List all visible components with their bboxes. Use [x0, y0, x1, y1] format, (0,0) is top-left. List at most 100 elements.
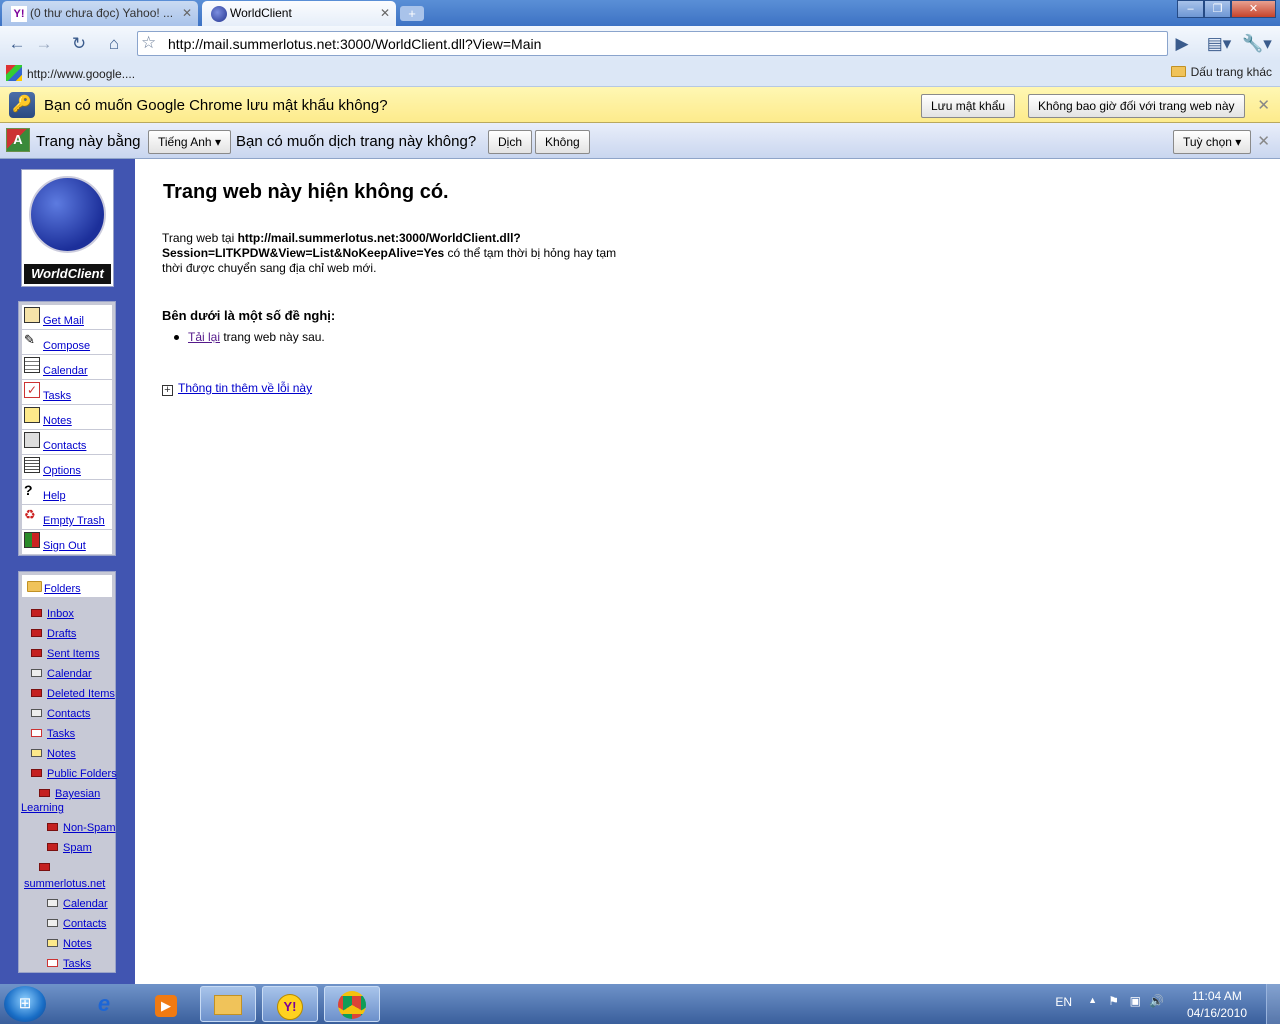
more-info[interactable]: + Thông tin thêm về lỗi này — [162, 381, 312, 396]
folder-item[interactable]: Tasks — [47, 958, 91, 970]
more-info-link[interactable]: Thông tin thêm về lỗi này — [178, 381, 312, 395]
folder-link[interactable]: Sent Items — [47, 648, 100, 660]
folder-item[interactable]: Deleted Items — [31, 688, 115, 700]
translate-options-button[interactable]: Tuỳ chọn ▾ — [1173, 130, 1252, 154]
folder-link[interactable]: Deleted Items — [47, 688, 115, 700]
bookmark-google[interactable]: http://www.google.... — [6, 65, 135, 81]
home-icon[interactable]: ⌂ — [101, 32, 127, 56]
menu-empty-trash[interactable]: ♻ Empty Trash — [22, 505, 112, 530]
wrench-menu-icon[interactable]: 🔧▾ — [1241, 32, 1273, 56]
clock-date[interactable]: 04/16/2010 — [1182, 1006, 1252, 1020]
folder-link[interactable]: Tasks — [47, 728, 75, 740]
folder-item[interactable]: Drafts — [31, 628, 76, 640]
folders-header[interactable]: Folders — [22, 575, 112, 597]
folder-link[interactable]: Calendar — [63, 898, 108, 910]
menu-help[interactable]: ? Help — [22, 480, 112, 505]
folder-item[interactable]: Calendar — [47, 898, 108, 910]
no-translate-button[interactable]: Không — [535, 130, 590, 154]
menu-link[interactable]: Sign Out — [43, 540, 86, 552]
start-button[interactable]: ⊞ — [4, 986, 46, 1022]
folder-item[interactable]: Notes — [47, 938, 92, 950]
menu-link[interactable]: Calendar — [43, 365, 88, 377]
folder-link[interactable]: Public Folders — [47, 768, 117, 780]
tab-worldclient[interactable]: WorldClient ✕ — [202, 1, 396, 26]
explorer-icon[interactable] — [200, 986, 256, 1022]
chrome-icon[interactable] — [324, 986, 380, 1022]
menu-sign-out[interactable]: Sign Out — [22, 530, 112, 555]
folder-item[interactable] — [39, 862, 55, 874]
folder-link[interactable]: Contacts — [47, 708, 90, 720]
tab-yahoo[interactable]: Y! (0 thư chưa đọc) Yahoo! ... ✕ — [2, 1, 198, 26]
show-desktop-button[interactable] — [1266, 984, 1280, 1024]
close-icon[interactable]: ✕ — [1257, 132, 1270, 150]
folder-link[interactable]: Notes — [47, 748, 76, 760]
menu-calendar[interactable]: Calendar — [22, 355, 112, 380]
page-menu-icon[interactable]: ▤▾ — [1204, 32, 1234, 56]
address-bar[interactable]: ☆ http://mail.summerlotus.net:3000/World… — [137, 31, 1168, 56]
folder-link[interactable]: Tasks — [63, 958, 91, 970]
folder-item[interactable]: Sent Items — [31, 648, 100, 660]
folder-item[interactable]: Bayesian — [39, 788, 100, 800]
menu-link[interactable]: Empty Trash — [43, 515, 105, 527]
save-password-button[interactable]: Lưu mật khẩu — [921, 94, 1016, 118]
folder-link[interactable]: Drafts — [47, 628, 76, 640]
translate-button[interactable]: Dịch — [488, 130, 533, 154]
folder-link[interactable]: Calendar — [47, 668, 92, 680]
folder-link[interactable]: Contacts — [63, 918, 106, 930]
back-icon[interactable]: ← — [4, 32, 30, 56]
menu-notes[interactable]: Notes — [22, 405, 112, 430]
menu-compose[interactable]: ✎ Compose — [22, 330, 112, 355]
never-save-button[interactable]: Không bao giờ đối với trang web này — [1028, 94, 1245, 118]
folder-link[interactable]: summerlotus.net — [24, 878, 105, 890]
go-icon[interactable]: ▶ — [1169, 32, 1195, 56]
menu-link[interactable]: Contacts — [43, 440, 86, 452]
yahoo-messenger-icon[interactable]: Y! — [262, 986, 318, 1022]
ie-icon[interactable]: e — [76, 986, 132, 1022]
folder-item[interactable]: Calendar — [31, 668, 92, 680]
menu-link[interactable]: Notes — [43, 415, 72, 427]
language-select[interactable]: Tiếng Anh ▾ — [148, 130, 231, 154]
close-icon[interactable]: ✕ — [1257, 96, 1270, 114]
folder-link[interactable]: Bayesian — [55, 788, 100, 800]
menu-link[interactable]: Tasks — [43, 390, 71, 402]
folder-link[interactable]: Spam — [63, 842, 92, 854]
menu-link[interactable]: Help — [43, 490, 66, 502]
folder-item[interactable]: Inbox — [31, 608, 74, 620]
reload-icon[interactable]: ↻ — [66, 32, 92, 56]
action-center-flag-icon[interactable]: ⚑ — [1108, 994, 1119, 1008]
other-bookmarks[interactable]: Dấu trang khác — [1170, 65, 1272, 79]
folder-item-continued[interactable]: summerlotus.net — [24, 878, 105, 890]
new-tab-button[interactable]: + — [400, 6, 424, 21]
folder-item[interactable]: Contacts — [31, 708, 90, 720]
folder-link[interactable]: Notes — [63, 938, 92, 950]
minimize-icon[interactable]: – — [1177, 0, 1204, 18]
menu-options[interactable]: Options — [22, 455, 112, 480]
folder-item[interactable]: Tasks — [31, 728, 75, 740]
clock-time[interactable]: 11:04 AM — [1182, 989, 1252, 1003]
close-icon[interactable]: ✕ — [380, 6, 390, 20]
reload-link[interactable]: Tải lại — [188, 330, 220, 344]
folder-item[interactable]: Public Folders — [31, 768, 117, 780]
bookmark-star-icon[interactable]: ☆ — [141, 33, 156, 53]
folders-link[interactable]: Folders — [44, 583, 81, 595]
window-close-icon[interactable]: ✕ — [1231, 0, 1276, 18]
show-hidden-icons-icon[interactable]: ▲ — [1088, 995, 1097, 1005]
network-icon[interactable]: ▣ — [1130, 994, 1141, 1008]
folder-link[interactable]: Non-Spam — [63, 822, 116, 834]
folder-link[interactable]: Inbox — [47, 608, 74, 620]
folder-item[interactable]: Spam — [47, 842, 92, 854]
address-input[interactable]: http://mail.summerlotus.net:3000/WorldCl… — [168, 36, 541, 52]
language-indicator[interactable]: EN — [1055, 995, 1072, 1009]
media-player-icon[interactable]: ▶ — [138, 986, 194, 1022]
folder-item[interactable]: Notes — [31, 748, 76, 760]
folder-item[interactable]: Contacts — [47, 918, 106, 930]
expand-plus-icon[interactable]: + — [162, 385, 173, 396]
folder-item-continued[interactable]: Learning — [21, 802, 64, 814]
menu-contacts[interactable]: Contacts — [22, 430, 112, 455]
folder-link[interactable]: Learning — [21, 802, 64, 814]
menu-tasks[interactable]: ✓ Tasks — [22, 380, 112, 405]
folder-item[interactable]: Non-Spam — [47, 822, 116, 834]
forward-icon[interactable]: → — [31, 32, 57, 56]
maximize-icon[interactable]: ❐ — [1204, 0, 1231, 18]
menu-link[interactable]: Options — [43, 465, 81, 477]
